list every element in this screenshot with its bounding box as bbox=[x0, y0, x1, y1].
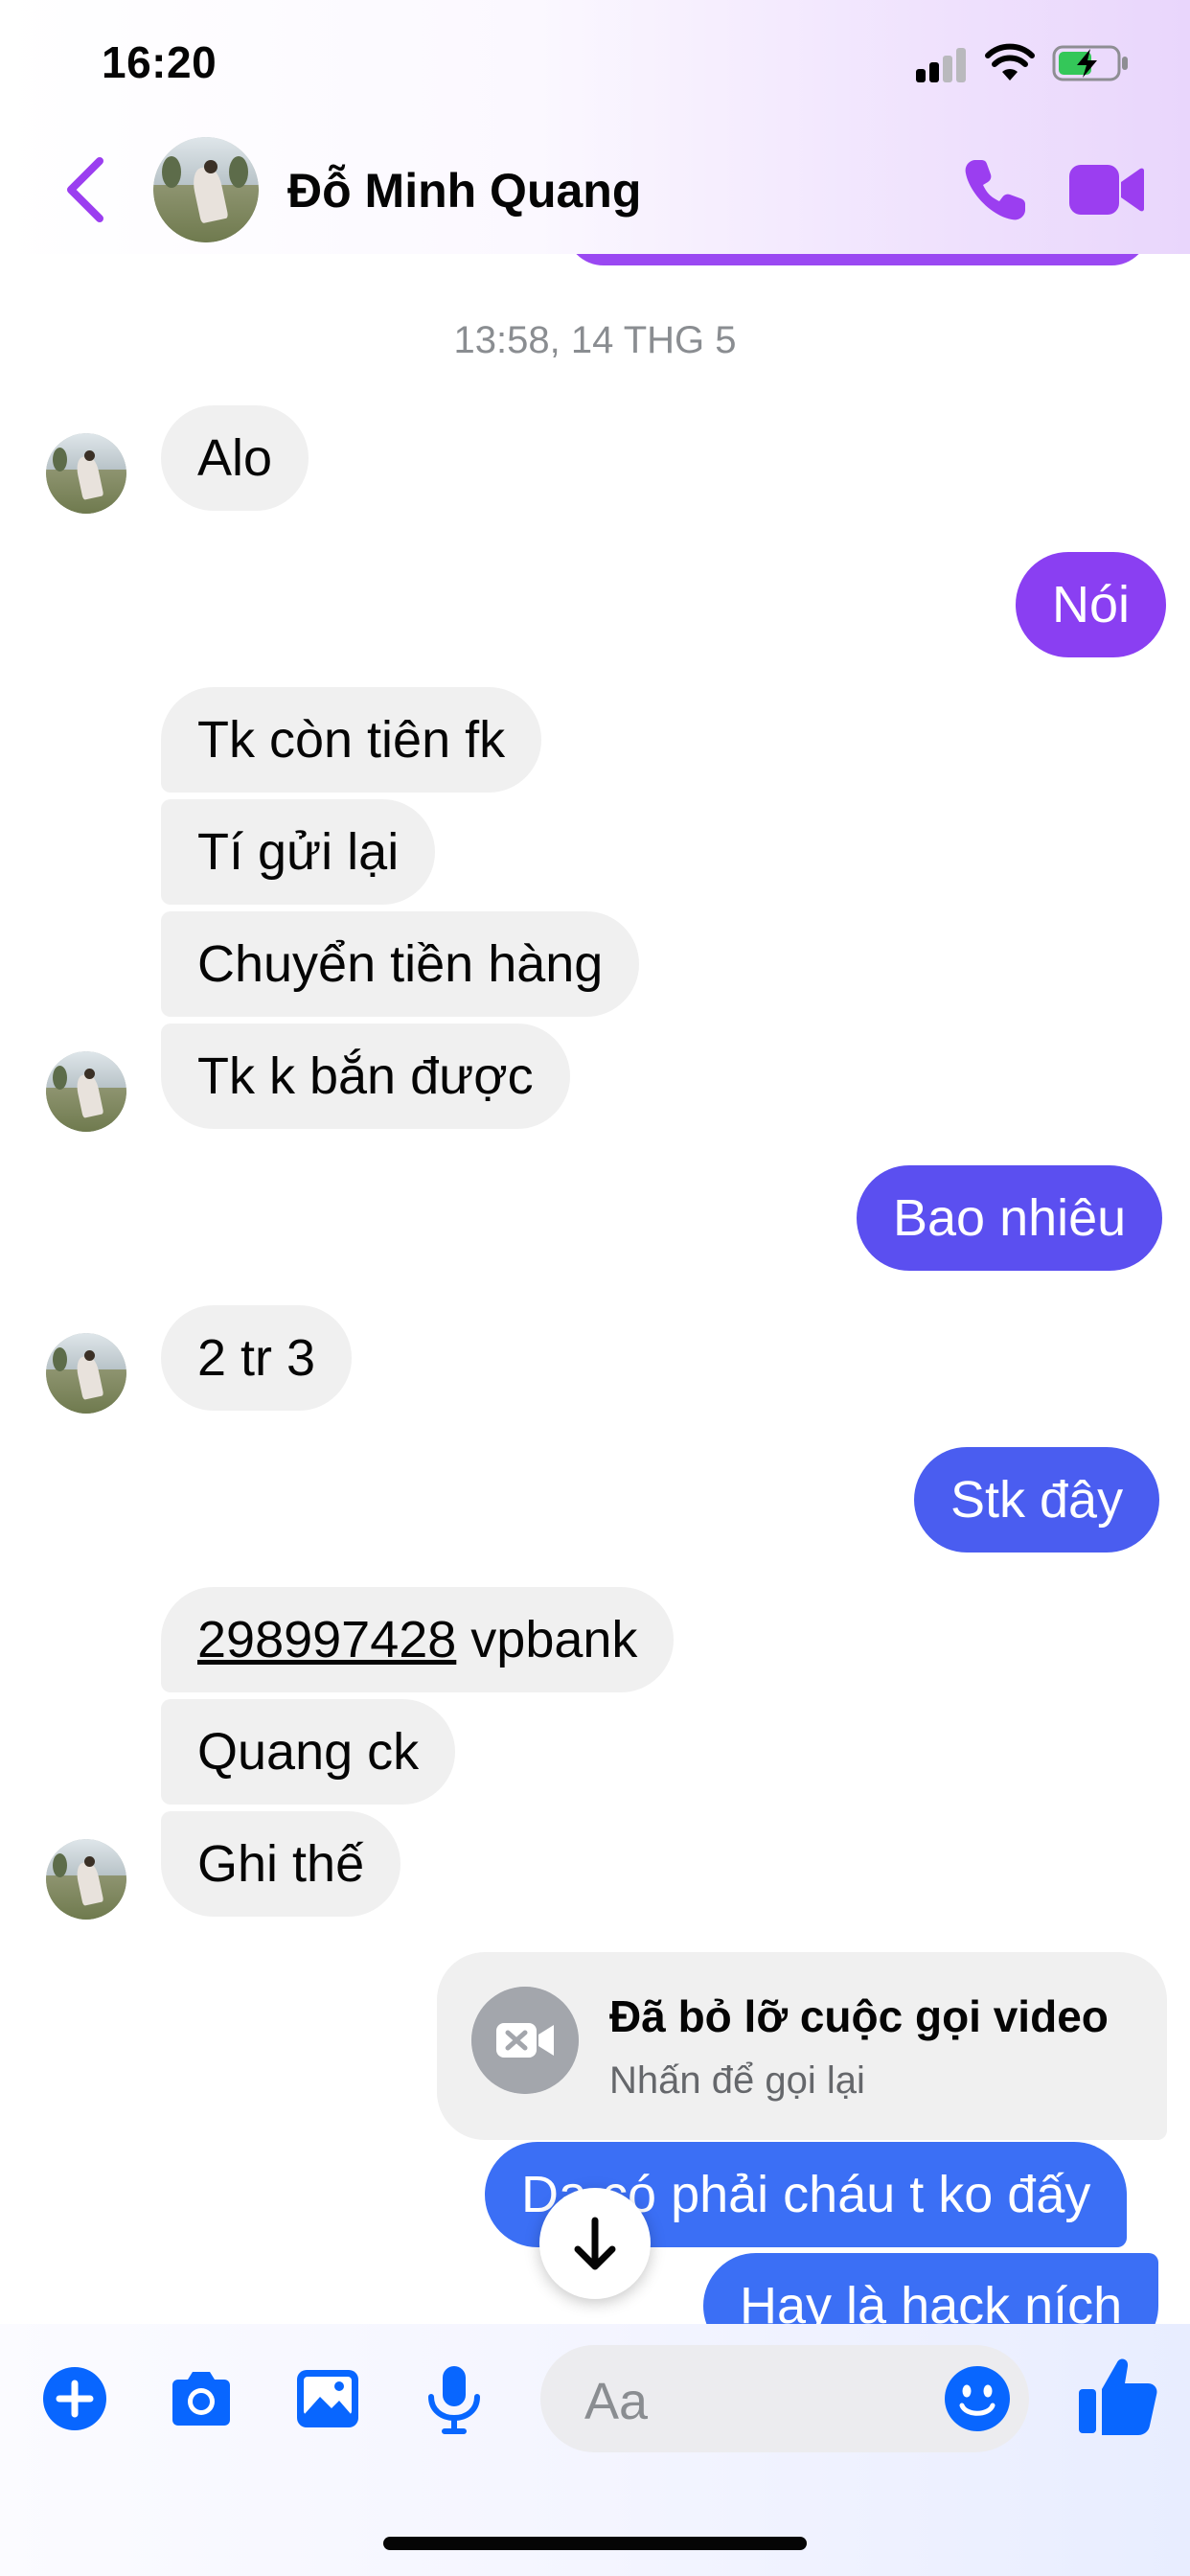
message-bubble-incoming[interactable]: Ghi thế bbox=[161, 1811, 401, 1917]
sender-avatar[interactable] bbox=[46, 433, 126, 514]
message-bubble-incoming[interactable]: Quang ck bbox=[161, 1699, 456, 1805]
status-time: 16:20 bbox=[102, 37, 217, 87]
message-bubble-outgoing[interactable]: Hay là hack ních bbox=[703, 2253, 1159, 2324]
wifi-icon bbox=[985, 43, 1035, 80]
emoji-icon[interactable] bbox=[939, 2360, 1016, 2437]
back-button[interactable] bbox=[57, 153, 115, 226]
sender-avatar[interactable] bbox=[46, 1333, 126, 1414]
message-composer: Aa bbox=[0, 2324, 1190, 2576]
sender-avatar[interactable] bbox=[46, 1839, 126, 1920]
message-bubble-incoming[interactable]: Tk còn tiên fk bbox=[161, 687, 542, 793]
image-icon[interactable] bbox=[289, 2360, 366, 2437]
plus-icon[interactable] bbox=[36, 2360, 113, 2437]
sender-avatar[interactable] bbox=[46, 1051, 126, 1132]
camera-icon[interactable] bbox=[163, 2360, 240, 2437]
message-bubble-incoming[interactable]: Tí gửi lại bbox=[161, 799, 436, 905]
phone-icon[interactable] bbox=[962, 156, 1029, 223]
thumbs-up-icon[interactable] bbox=[1075, 2353, 1161, 2439]
account-number-link[interactable]: 298997428 bbox=[197, 1611, 456, 1668]
message-text: vpbank bbox=[456, 1611, 638, 1668]
message-bubble-incoming[interactable]: Alo bbox=[161, 405, 309, 511]
missed-call-subtitle: Nhấn để gọi lại bbox=[609, 2059, 865, 2102]
message-bubble-cropped bbox=[565, 254, 1150, 265]
message-bubble-outgoing[interactable]: Nói bbox=[1016, 552, 1167, 657]
message-bubble-outgoing[interactable]: Stk đây bbox=[914, 1447, 1160, 1552]
missed-call-title: Đã bỏ lỡ cuộc gọi video bbox=[609, 1991, 1109, 2041]
arrow-down-icon bbox=[574, 2217, 616, 2270]
missed-video-call-icon bbox=[471, 1987, 579, 2094]
thread-timestamp: 13:58, 14 THG 5 bbox=[453, 319, 737, 361]
message-input-placeholder: Aa bbox=[584, 2373, 649, 2430]
message-bubble-incoming[interactable]: 2 tr 3 bbox=[161, 1305, 353, 1411]
message-bubble-incoming[interactable]: 298997428 vpbank bbox=[161, 1587, 675, 1692]
contact-name[interactable]: Đỗ Minh Quang bbox=[287, 163, 641, 218]
message-input[interactable]: Aa bbox=[540, 2345, 1029, 2452]
message-bubble-incoming[interactable]: Tk k bắn được bbox=[161, 1024, 570, 1129]
message-thread[interactable]: 13:58, 14 THG 5 Alo Nói Tk còn tiên fk T… bbox=[0, 254, 1190, 2324]
contact-avatar[interactable] bbox=[153, 137, 259, 242]
message-bubble-incoming[interactable]: Chuyển tiền hàng bbox=[161, 911, 640, 1017]
scroll-to-bottom-button[interactable] bbox=[539, 2188, 651, 2299]
cellular-signal-icon bbox=[916, 48, 968, 82]
home-indicator bbox=[383, 2537, 807, 2550]
top-bar: 16:20 Đỗ Minh Quang bbox=[0, 0, 1190, 254]
microphone-icon[interactable] bbox=[416, 2360, 492, 2437]
missed-video-call-card[interactable]: Đã bỏ lỡ cuộc gọi video Nhấn để gọi lại bbox=[437, 1952, 1167, 2140]
battery-charging-icon bbox=[1052, 45, 1128, 81]
message-bubble-outgoing[interactable]: Bao nhiêu bbox=[857, 1165, 1163, 1271]
video-camera-icon[interactable] bbox=[1067, 161, 1144, 218]
